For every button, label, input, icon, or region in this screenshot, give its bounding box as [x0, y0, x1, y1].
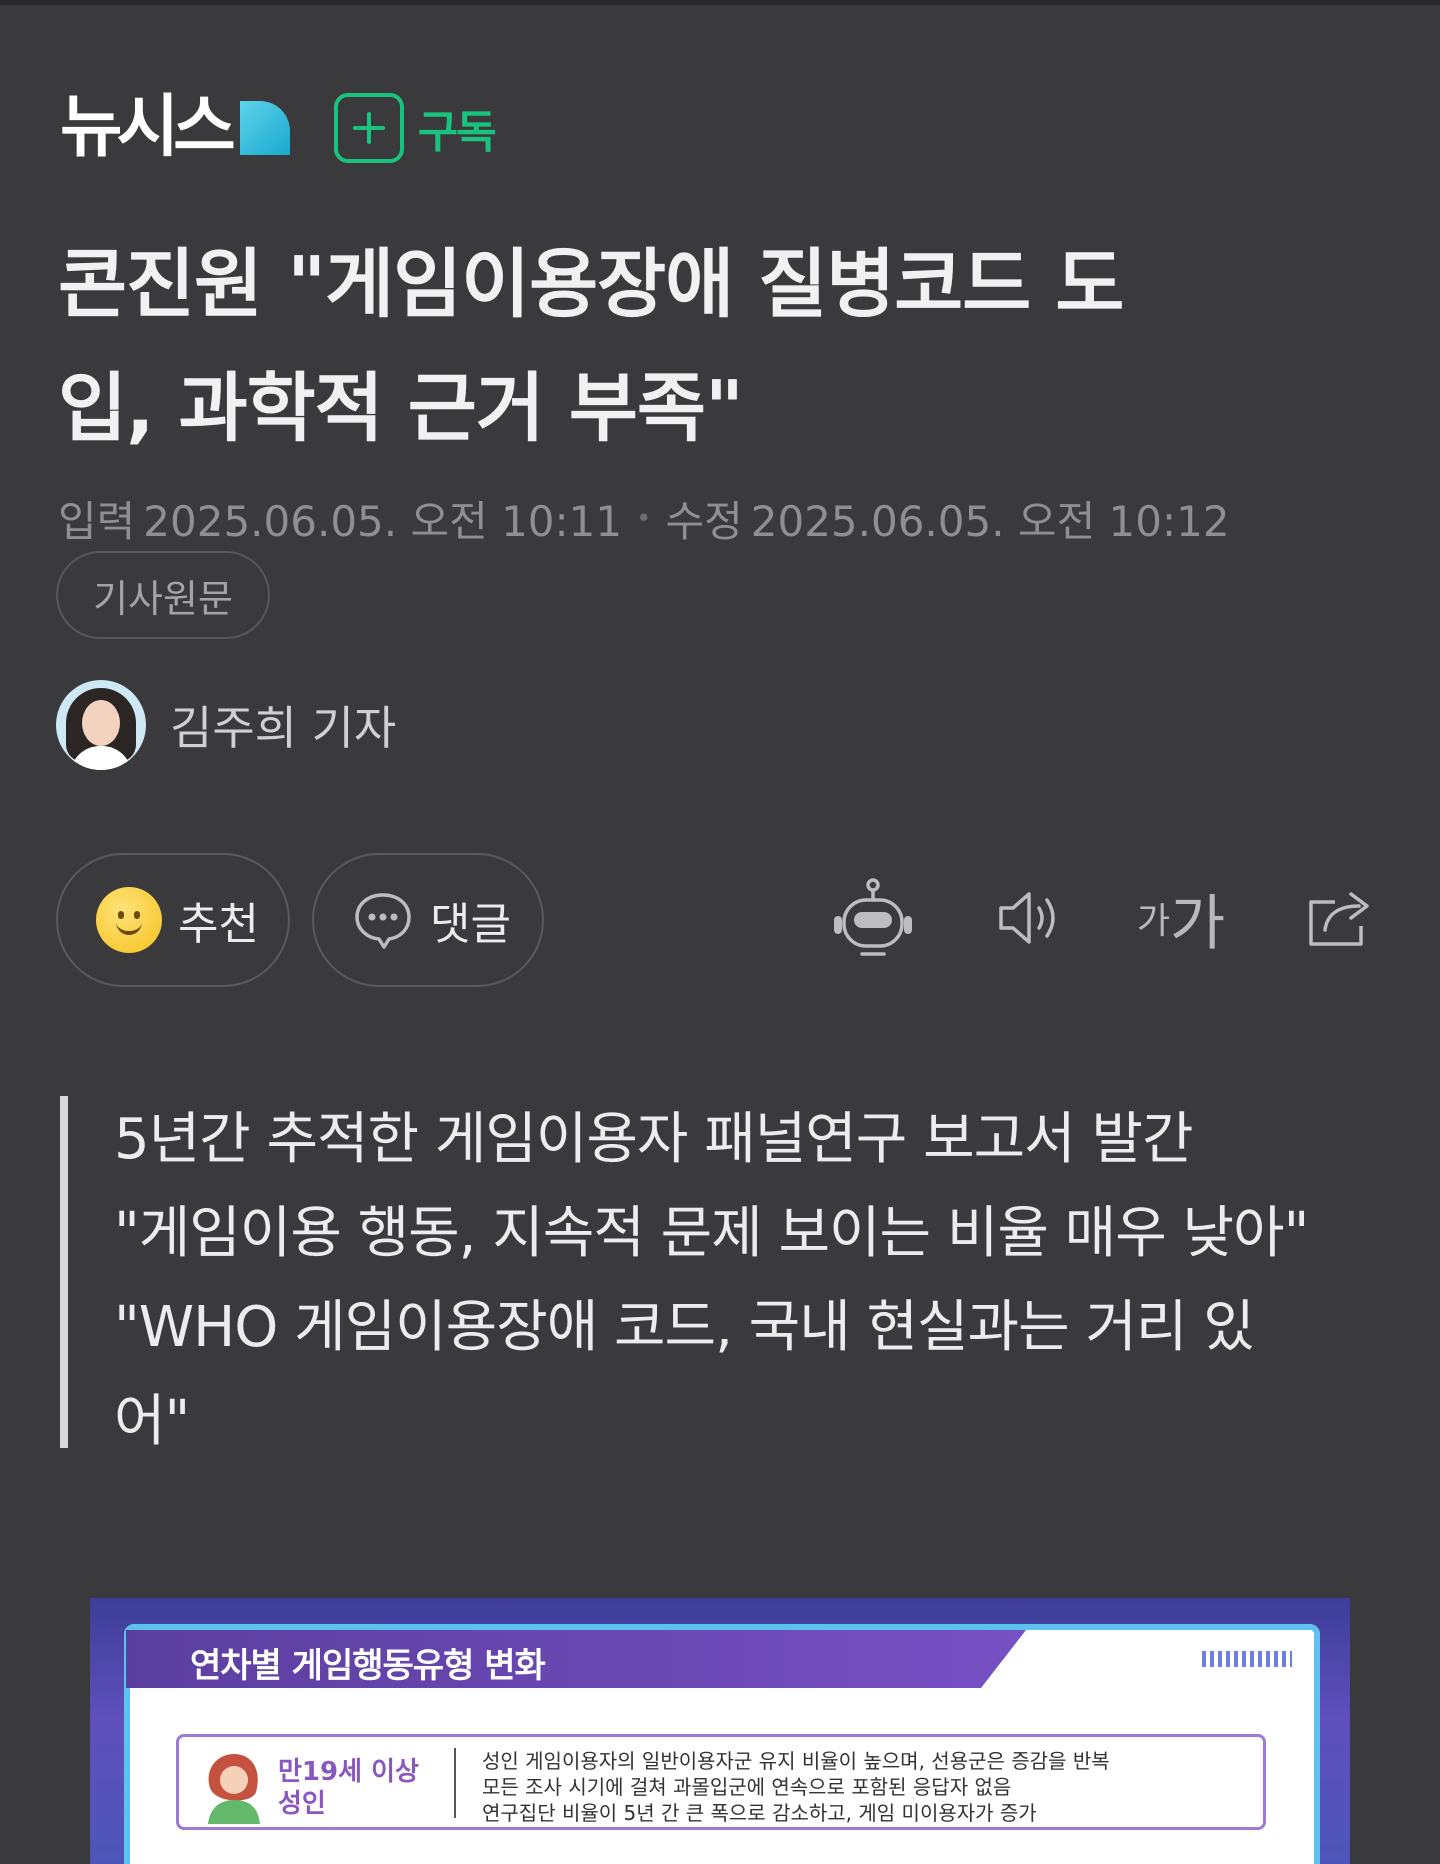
- robot-summary-icon[interactable]: [828, 876, 918, 960]
- article-timestamps: 입력 2025.06.05. 오전 10:11 • 수정 2025.06.05.…: [58, 488, 1230, 549]
- desc-line-2: 모든 조사 시기에 걸쳐 과몰입군에 연속으로 포함된 응답자 없음: [482, 1775, 1012, 1799]
- subscribe-label: 구독: [417, 107, 497, 158]
- infographic-divider: [454, 1748, 456, 1818]
- summary-line-2: "게임이용 행동, 지속적 문제 보이는 비율 매우 낮아": [114, 1201, 1309, 1266]
- comment-bubble-icon: [355, 893, 411, 949]
- infographic-group-label: 만19세 이상 성인: [278, 1756, 419, 1820]
- summary-line-1: 5년간 추적한 게임이용자 패널연구 보고서 발간: [114, 1107, 1194, 1172]
- plus-icon: [333, 93, 404, 163]
- comment-label: 댓글: [430, 899, 511, 950]
- article-summary: 5년간 추적한 게임이용자 패널연구 보고서 발간 "게임이용 행동, 지속적 …: [60, 1096, 1380, 1472]
- summary-line-3: "WHO 게임이용장애 코드, 국내 현실과는 거리 있: [114, 1295, 1255, 1360]
- summary-quote-bar: [60, 1096, 68, 1448]
- edit-time: 2025.06.05. 오전 10:12: [750, 497, 1230, 546]
- top-status-line: [0, 0, 1440, 5]
- reporter-avatar: [56, 680, 146, 770]
- adult-person-icon: [208, 1754, 260, 1824]
- speaker-icon[interactable]: [990, 876, 1070, 960]
- separator-dot: •: [636, 503, 652, 534]
- font-size-icon[interactable]: 가 가: [1136, 876, 1226, 960]
- subscribe-button[interactable]: 구독: [333, 93, 497, 163]
- recommend-label: 추천: [178, 899, 259, 950]
- original-article-button[interactable]: 기사원문: [56, 551, 270, 639]
- desc-line-3: 연구집단 비율이 5년 간 큰 폭으로 감소하고, 게임 미이용자가 증가: [482, 1801, 1037, 1825]
- title-line-2: 입, 과학적 근거 부족": [58, 364, 744, 452]
- reporter-name: 김주희 기자: [170, 701, 397, 755]
- newsis-logo[interactable]: 뉴시스: [60, 94, 290, 162]
- share-icon[interactable]: [1300, 876, 1380, 960]
- decorative-stripes: [1202, 1651, 1292, 1667]
- input-time: 2025.06.05. 오전 10:11: [143, 497, 623, 546]
- logo-text: 뉴시스: [60, 88, 236, 167]
- article-infographic[interactable]: 연차별 게임행동유형 변화 만19세 이상 성인 성인 게임이용자의 일반이용자…: [90, 1598, 1350, 1864]
- group-line-1: 만19세 이상: [278, 1757, 419, 1787]
- article-title: 콘진원 "게임이용장애 질병코드 도 입, 과학적 근거 부족": [58, 222, 1388, 470]
- recommend-button[interactable]: 추천: [56, 853, 290, 987]
- smile-icon: [96, 887, 162, 953]
- reporter-info[interactable]: 김주희 기자: [56, 680, 396, 770]
- logo-mark-icon: [239, 101, 290, 155]
- edit-label: 수정: [665, 497, 743, 546]
- header: 뉴시스 구독: [60, 92, 497, 164]
- infographic-title: 연차별 게임행동유형 변화: [190, 1646, 546, 1686]
- summary-line-4: 어": [114, 1389, 190, 1454]
- group-line-2: 성인: [278, 1789, 326, 1819]
- comment-button[interactable]: 댓글: [312, 853, 544, 987]
- title-line-1: 콘진원 "게임이용장애 질병코드 도: [58, 240, 1124, 328]
- infographic-description: 성인 게임이용자의 일반이용자군 유지 비율이 높으며, 선용군은 증감을 반복…: [482, 1748, 1110, 1826]
- font-size-small-glyph: 가: [1136, 901, 1170, 942]
- desc-line-1: 성인 게임이용자의 일반이용자군 유지 비율이 높으며, 선용군은 증감을 반복: [482, 1749, 1110, 1773]
- font-size-big-glyph: 가: [1169, 888, 1226, 959]
- input-label: 입력: [58, 497, 136, 546]
